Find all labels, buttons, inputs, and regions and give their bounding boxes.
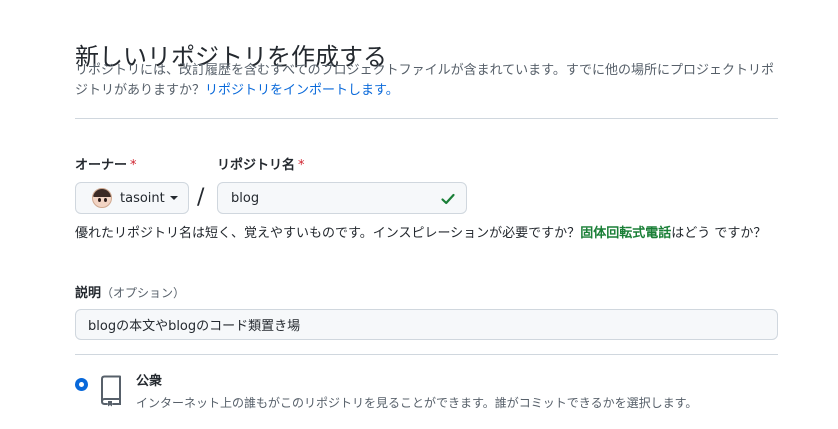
description-label-text: 説明 bbox=[75, 286, 102, 301]
check-icon bbox=[441, 193, 455, 205]
page-description: リポジトリには、改訂履歴を含むすべてのプロジェクトファイルが含まれています。すで… bbox=[75, 61, 785, 101]
repo-name-label-text: リポジトリ名 bbox=[217, 158, 296, 173]
repo-name-hint-suffix: はどう ですか？ bbox=[671, 226, 767, 241]
avatar bbox=[92, 188, 112, 208]
owner-repo-separator: / bbox=[197, 185, 205, 210]
header-divider bbox=[75, 118, 778, 119]
section-divider bbox=[75, 354, 778, 355]
public-radio[interactable] bbox=[75, 378, 88, 391]
repo-name-hint-text: 優れたリポジトリ名は短く、覚えやすいものです。インスピレーションが必要ですか？ bbox=[75, 226, 581, 241]
owner-label: オーナー * bbox=[75, 157, 137, 175]
public-option-title: 公衆 bbox=[136, 374, 163, 389]
description-label: 説明（オプション） bbox=[75, 284, 185, 303]
import-repository-link[interactable]: リポジトリをインポートします。 bbox=[205, 83, 399, 98]
page-description-text: リポジトリには、改訂履歴を含むすべてのプロジェクトファイルが含まれています。すで… bbox=[75, 63, 775, 98]
owner-label-text: オーナー bbox=[75, 158, 128, 173]
repo-name-hint: 優れたリポジトリ名は短く、覚えやすいものです。インスピレーションが必要ですか？固… bbox=[75, 224, 795, 244]
owner-select-button[interactable]: tasoint bbox=[75, 182, 189, 214]
repo-name-input[interactable]: blog bbox=[217, 182, 467, 214]
description-input[interactable]: blogの本文やblogのコード類置き場 bbox=[75, 309, 778, 340]
repo-name-value: blog bbox=[231, 190, 260, 206]
repo-name-required-mark: * bbox=[298, 158, 305, 173]
description-optional-text: （オプション） bbox=[101, 286, 186, 300]
caret-down-icon bbox=[169, 196, 178, 200]
description-value: blogの本文やblogのコード類置き場 bbox=[88, 319, 301, 334]
public-option-description: インターネット上の誰もがこのリポジトリを見ることができます。誰がコミットできるか… bbox=[136, 396, 698, 410]
repo-icon bbox=[101, 375, 121, 407]
repo-name-suggestion[interactable]: 固体回転式電話 bbox=[580, 226, 671, 241]
owner-name: tasoint bbox=[120, 190, 165, 206]
repo-name-label: リポジトリ名 * bbox=[217, 157, 305, 175]
owner-required-mark: * bbox=[130, 158, 137, 173]
